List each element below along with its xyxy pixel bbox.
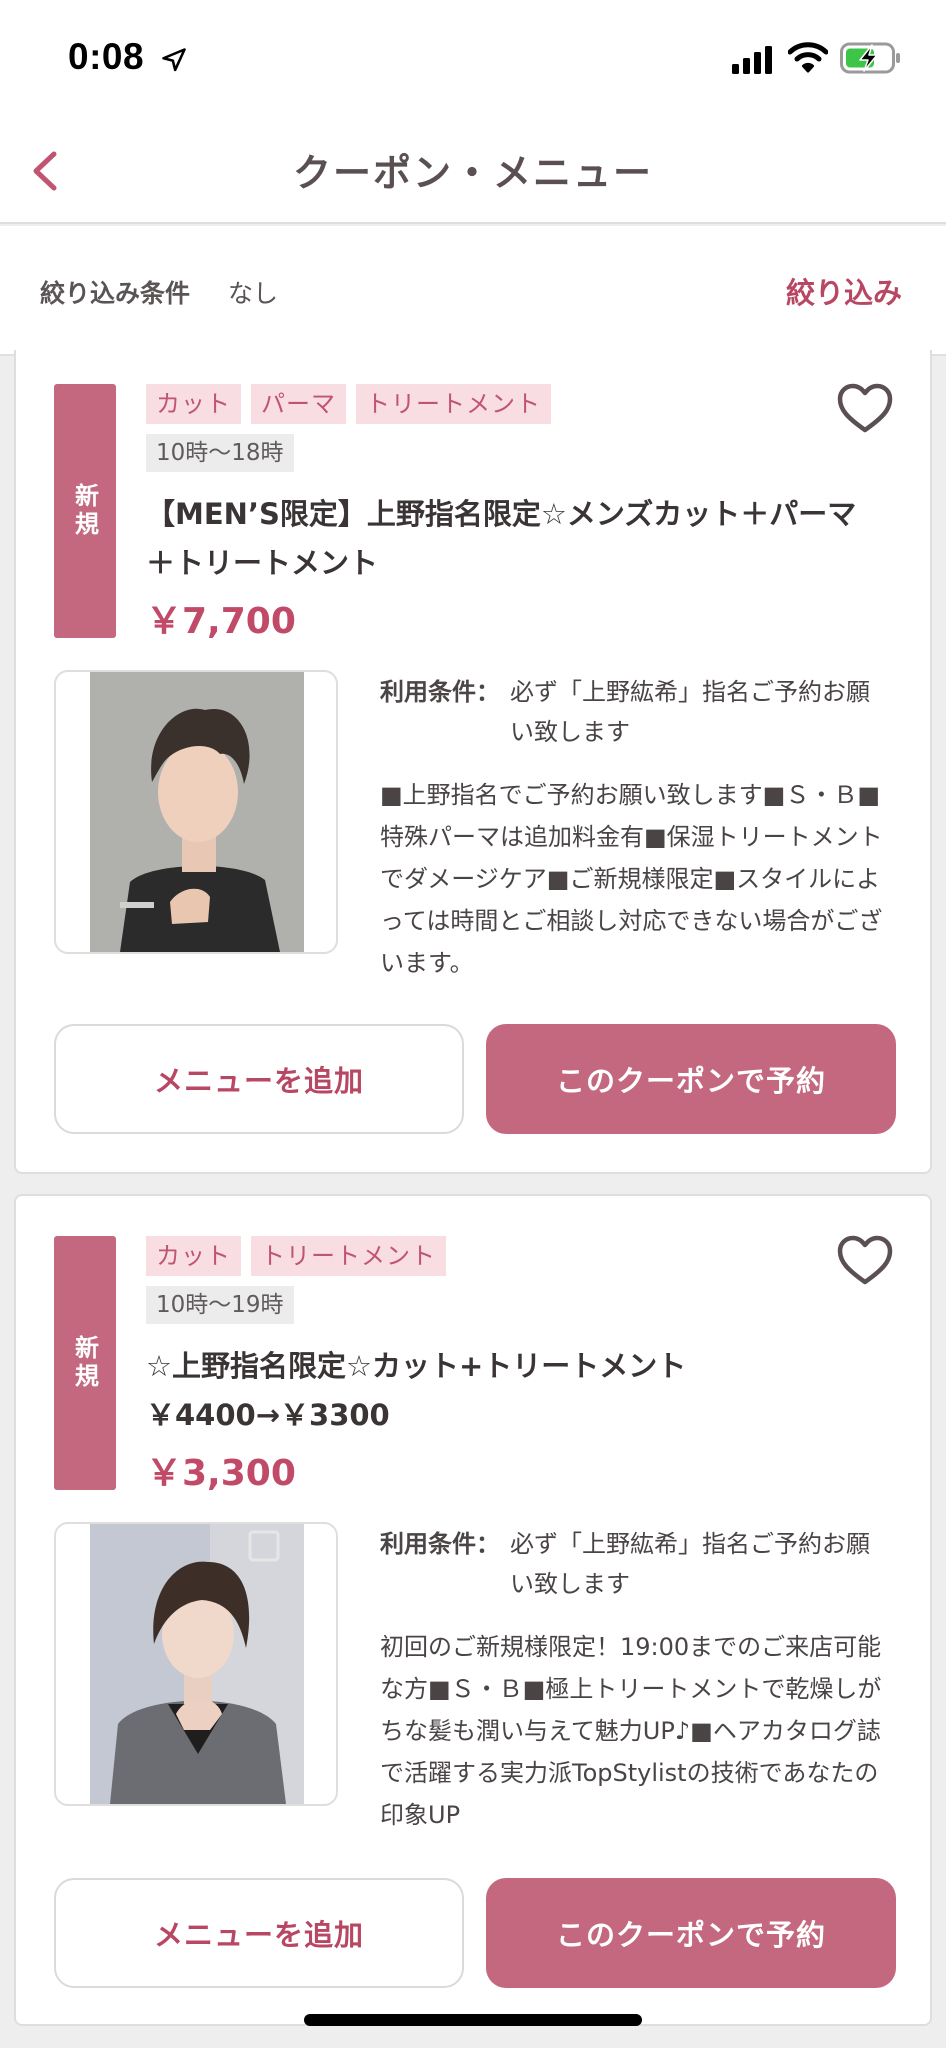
new-badge-label: 新規 [70, 1335, 99, 1391]
new-badge: 新規 [54, 384, 116, 638]
filter-label: 絞り込み条件 [40, 279, 191, 308]
status-time: 0:08 [68, 36, 145, 77]
heart-outline-icon[interactable] [836, 382, 894, 436]
tag-list: カット トリートメント [146, 1236, 446, 1276]
coupon-photo[interactable] [54, 1522, 338, 1806]
status-bar: 0:08 [0, 0, 946, 118]
condition-label: 利用条件： [380, 678, 500, 706]
stylist-photo-image [90, 1524, 304, 1804]
tag: トリートメント [251, 1236, 446, 1276]
tag: トリートメント [356, 384, 551, 424]
time-tag: 10時〜19時 [146, 1286, 294, 1324]
condition-label: 利用条件： [380, 1530, 500, 1558]
home-indicator[interactable] [304, 2014, 642, 2026]
condition-text: 必ず「上野紘希」指名ご予約お願い致します [510, 678, 870, 746]
coupon-title[interactable]: ☆上野指名限定☆カット+トリートメント￥4400→￥3300 [146, 1342, 866, 1440]
coupon-photo[interactable] [54, 670, 338, 954]
tag: カット [146, 384, 241, 424]
heart-outline-icon[interactable] [836, 1234, 894, 1288]
filter-value: なし [228, 279, 279, 308]
reserve-coupon-button[interactable]: このクーポンで予約 [486, 1878, 896, 1988]
page-title: クーポン・メニュー [292, 151, 653, 195]
stylist-photo-image [90, 672, 304, 952]
coupon-price: ￥3,300 [146, 1453, 296, 1494]
condition-text: 必ず「上野紘希」指名ご予約お願い致します [510, 1530, 870, 1598]
add-menu-button[interactable]: メニューを追加 [54, 1878, 464, 1988]
coupon-description: ■上野指名でご予約お願い致します■Ｓ・Ｂ■特殊パーマは追加料金有■保湿トリートメ… [380, 781, 883, 977]
app-header: クーポン・メニュー [0, 118, 946, 224]
coupon-description: 初回のご新規様限定！19:00までのご来店可能な方■Ｓ・Ｂ■極上トリートメントで… [380, 1633, 882, 1829]
time-tag: 10時〜18時 [146, 434, 294, 472]
coupon-condition: 利用条件： 必ず「上野紘希」指名ご予約お願い致します [380, 1524, 890, 1608]
signal-icon [732, 46, 772, 74]
tag: パーマ [251, 384, 346, 424]
location-arrow-icon [162, 48, 186, 72]
filter-bar: 絞り込み条件 なし 絞り込み [0, 226, 946, 356]
coupon-card: 新規 カット パーマ トリートメント 10時〜18時 【MEN’S限定】上野指名… [14, 350, 932, 1174]
new-badge: 新規 [54, 1236, 116, 1490]
wifi-icon [788, 42, 828, 73]
tag-list: カット パーマ トリートメント [146, 384, 551, 424]
coupon-card: 新規 カット トリートメント 10時〜19時 ☆上野指名限定☆カット+トリートメ… [14, 1194, 932, 2026]
filter-button[interactable]: 絞り込み [786, 270, 902, 312]
new-badge-label: 新規 [70, 483, 99, 539]
tag: カット [146, 1236, 241, 1276]
reserve-coupon-button[interactable]: このクーポンで予約 [486, 1024, 896, 1134]
battery-charging-icon [840, 42, 900, 74]
coupon-title[interactable]: 【MEN’S限定】上野指名限定☆メンズカット＋パーマ＋トリートメント [146, 490, 866, 588]
coupon-condition: 利用条件： 必ず「上野紘希」指名ご予約お願い致します [380, 672, 890, 756]
add-menu-button[interactable]: メニューを追加 [54, 1024, 464, 1134]
coupon-price: ￥7,700 [146, 601, 296, 642]
